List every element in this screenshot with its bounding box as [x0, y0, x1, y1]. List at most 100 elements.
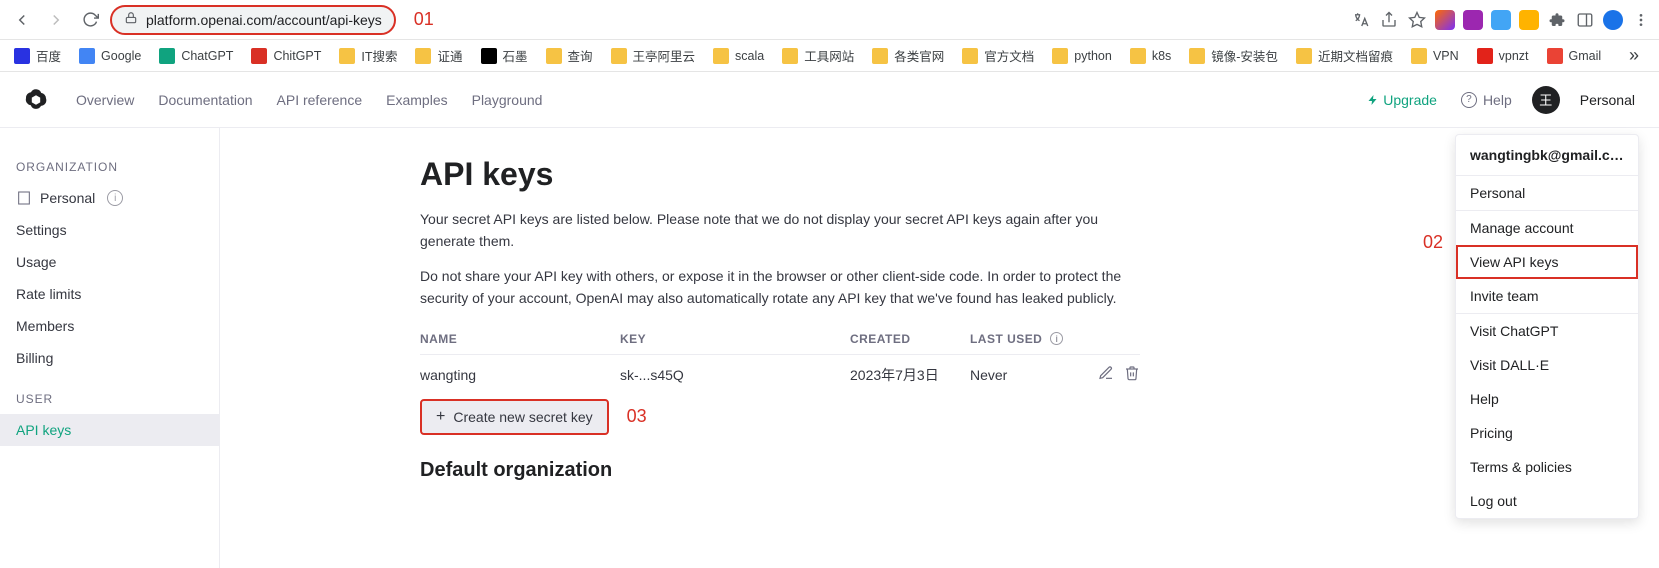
sidebar-item-label: Billing	[16, 350, 53, 366]
header-nav-item[interactable]: Examples	[386, 92, 447, 108]
favicon-icon	[79, 48, 95, 64]
sidebar-item[interactable]: Billing	[0, 342, 219, 374]
bookmark-star-icon[interactable]	[1407, 10, 1427, 30]
lock-icon	[124, 11, 138, 28]
delete-key-button[interactable]	[1124, 365, 1140, 384]
side-panel-icon[interactable]	[1575, 10, 1595, 30]
browser-back-button[interactable]	[8, 6, 36, 34]
bookmark-label: 石墨	[503, 46, 528, 65]
sidebar-item[interactable]: Usage	[0, 246, 219, 278]
bookmarks-overflow-button[interactable]: »	[1623, 45, 1645, 66]
menu-email: wangtingbk@gmail.com	[1456, 135, 1638, 176]
sidebar-item-label: Rate limits	[16, 286, 81, 302]
sidebar-item[interactable]: Rate limits	[0, 278, 219, 310]
menu-item[interactable]: Visit DALL·E	[1456, 348, 1638, 382]
bookmark-item[interactable]: ChitGPT	[251, 48, 321, 64]
bookmark-label: 镜像-安装包	[1211, 46, 1278, 65]
favicon-icon	[1547, 48, 1563, 64]
bookmark-item[interactable]: VPN	[1411, 48, 1459, 64]
translate-icon[interactable]	[1351, 10, 1371, 30]
menu-item[interactable]: Pricing	[1456, 416, 1638, 450]
bookmark-label: IT搜索	[361, 46, 397, 65]
bookmark-item[interactable]: IT搜索	[339, 46, 397, 65]
sidebar-item[interactable]: Members	[0, 310, 219, 342]
info-icon[interactable]: i	[1050, 332, 1063, 345]
header-nav-item[interactable]: API reference	[277, 92, 363, 108]
favicon-icon	[159, 48, 175, 64]
bookmark-label: 百度	[36, 46, 61, 65]
bookmark-item[interactable]: 石墨	[481, 46, 528, 65]
bookmark-item[interactable]: 官方文档	[962, 46, 1034, 65]
bookmark-item[interactable]: 近期文档留痕	[1296, 46, 1393, 65]
favicon-icon	[481, 48, 497, 64]
favicon-icon	[251, 48, 267, 64]
col-header-key: KEY	[620, 332, 850, 346]
favicon-icon	[782, 48, 798, 64]
bookmark-item[interactable]: vpnzt	[1477, 48, 1529, 64]
bookmark-item[interactable]: scala	[713, 48, 764, 64]
header-nav-item[interactable]: Overview	[76, 92, 134, 108]
bookmark-item[interactable]: Gmail	[1547, 48, 1602, 64]
bookmark-item[interactable]: 镜像-安装包	[1189, 46, 1278, 65]
sidebar-item-personal[interactable]: Personal i	[0, 182, 219, 214]
extension-icon[interactable]	[1463, 10, 1483, 30]
bookmark-item[interactable]: 王亭阿里云	[611, 46, 696, 65]
bookmark-item[interactable]: ChatGPT	[159, 48, 233, 64]
header-nav: Overview Documentation API reference Exampl…	[76, 92, 542, 108]
bookmark-item[interactable]: 各类官网	[872, 46, 944, 65]
bookmark-label: VPN	[1433, 49, 1459, 63]
api-keys-table: NAME KEY CREATED LAST USED i wangtingsk-…	[420, 324, 1140, 395]
menu-item[interactable]: View API keys	[1456, 245, 1638, 279]
bookmark-item[interactable]: 百度	[14, 46, 61, 65]
bookmark-label: 王亭阿里云	[633, 46, 696, 65]
account-label[interactable]: Personal	[1580, 92, 1635, 108]
extensions-puzzle-icon[interactable]	[1547, 10, 1567, 30]
browser-forward-button[interactable]	[42, 6, 70, 34]
bookmark-label: 官方文档	[984, 46, 1034, 65]
url-text: platform.openai.com/account/api-keys	[146, 12, 382, 28]
extension-icon[interactable]	[1519, 10, 1539, 30]
header-nav-item[interactable]: Documentation	[158, 92, 252, 108]
menu-item[interactable]: Visit ChatGPT	[1456, 314, 1638, 348]
favicon-icon	[546, 48, 562, 64]
sidebar-item[interactable]: Settings	[0, 214, 219, 246]
avatar[interactable]: 王	[1532, 86, 1560, 114]
intro-paragraph-1: Your secret API keys are listed below. P…	[420, 209, 1140, 252]
info-icon[interactable]: i	[107, 190, 123, 206]
menu-item[interactable]: Log out	[1456, 484, 1638, 518]
create-secret-key-button[interactable]: + Create new secret key	[420, 399, 609, 435]
bolt-icon	[1367, 94, 1379, 106]
bookmark-item[interactable]: python	[1052, 48, 1112, 64]
help-link[interactable]: ? Help	[1457, 92, 1512, 108]
sidebar-item-api-keys[interactable]: API keys	[0, 414, 219, 446]
menu-item[interactable]: Help	[1456, 382, 1638, 416]
bookmark-item[interactable]: 工具网站	[782, 46, 854, 65]
upgrade-link[interactable]: Upgrade	[1367, 92, 1437, 108]
favicon-icon	[1296, 48, 1312, 64]
page-title: API keys	[420, 156, 1332, 193]
bookmark-item[interactable]: 查询	[546, 46, 593, 65]
share-icon[interactable]	[1379, 10, 1399, 30]
cell-name: wangting	[420, 367, 620, 383]
header-nav-item[interactable]: Playground	[472, 92, 543, 108]
menu-item[interactable]: Manage account	[1456, 211, 1638, 245]
browser-reload-button[interactable]	[76, 6, 104, 34]
extension-icon[interactable]	[1491, 10, 1511, 30]
menu-item[interactable]: Invite team	[1456, 279, 1638, 313]
menu-item[interactable]: Terms & policies	[1456, 450, 1638, 484]
bookmark-item[interactable]: Google	[79, 48, 141, 64]
address-bar[interactable]: platform.openai.com/account/api-keys	[110, 5, 396, 35]
edit-key-button[interactable]	[1098, 365, 1114, 384]
chrome-menu-icon[interactable]	[1631, 10, 1651, 30]
bookmark-item[interactable]: k8s	[1130, 48, 1171, 64]
menu-item[interactable]: Personal	[1456, 176, 1638, 210]
sidebar-item-label: Personal	[40, 190, 95, 206]
bookmark-item[interactable]: 证通	[415, 46, 462, 65]
favicon-icon	[713, 48, 729, 64]
openai-logo-icon[interactable]	[24, 88, 48, 112]
help-label: Help	[1483, 92, 1512, 108]
sidebar: ORGANIZATION Personal i SettingsUsageRat…	[0, 128, 220, 568]
profile-avatar-icon[interactable]	[1603, 10, 1623, 30]
bookmark-label: ChatGPT	[181, 49, 233, 63]
extension-icon[interactable]	[1435, 10, 1455, 30]
